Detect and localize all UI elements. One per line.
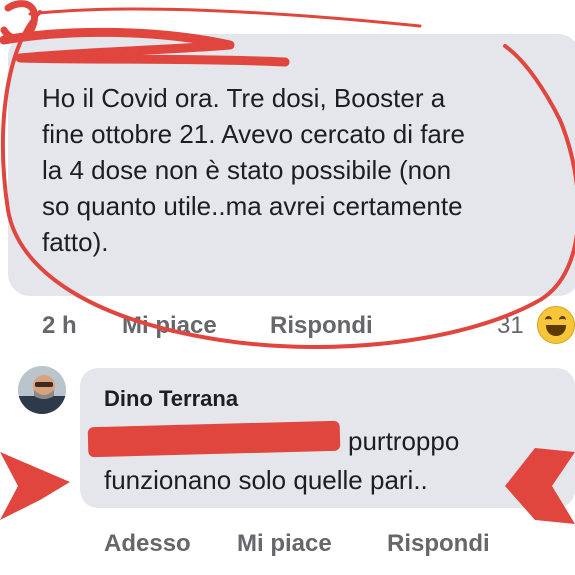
comment-actions-2: Adesso Mi piace Rispondi <box>0 530 575 560</box>
like-button[interactable]: Mi piace <box>122 312 217 340</box>
like-button[interactable]: Mi piace <box>237 530 332 558</box>
comment-text-line-2: fine ottobre 21. Avevo cercato di fare <box>42 119 466 149</box>
comment-text-line-1: purtroppo <box>348 426 460 456</box>
reply-button[interactable]: Rispondi <box>270 312 373 340</box>
comment-author-name[interactable] <box>48 52 213 68</box>
comment-time[interactable]: Adesso <box>104 530 191 558</box>
left-arrow-annotation <box>0 452 70 520</box>
comment-text-line-5: fatto). <box>42 227 109 257</box>
comment-bubble-1: Ho il Covid ora. Tre dosi, Booster a fin… <box>8 34 575 296</box>
laughing-emoji-icon[interactable] <box>537 306 575 344</box>
avatar[interactable] <box>18 366 66 414</box>
comment-time[interactable]: 2 h <box>42 312 77 340</box>
reaction-count[interactable]: 31 <box>497 312 524 340</box>
comment-actions-1: 2 h Mi piace Rispondi 31 <box>0 312 575 344</box>
comment-text-line-3: la 4 dose non è stato possibile (non <box>42 155 452 185</box>
comment-text-line-1: Ho il Covid ora. Tre dosi, Booster a <box>42 83 446 113</box>
comment-author-name[interactable]: Dino Terrana <box>104 386 238 412</box>
comment-text-line-4: so quanto utile..ma avrei certamente <box>42 191 463 221</box>
comment-text-line-2: funzionano solo quelle pari.. <box>104 465 428 495</box>
reply-button[interactable]: Rispondi <box>387 530 490 558</box>
